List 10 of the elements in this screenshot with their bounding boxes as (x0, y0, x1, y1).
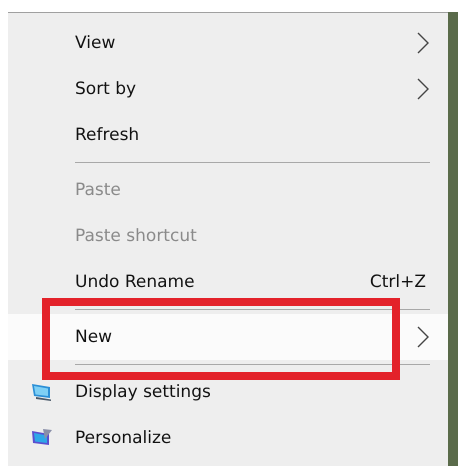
menu-item[interactable]: Display settings (8, 369, 448, 415)
personalize-icon (30, 428, 52, 448)
shortcut-text: Ctrl+Z (370, 272, 426, 292)
menu-item[interactable]: Personalize (8, 415, 448, 461)
menu-item[interactable]: Sort by (8, 66, 448, 112)
menu-item[interactable]: Refresh (8, 112, 448, 158)
menu-item[interactable]: New (8, 314, 448, 360)
menu-item[interactable]: View (8, 20, 448, 66)
monitor-icon (30, 382, 52, 402)
menu-item[interactable]: Undo Rename Ctrl+Z (8, 259, 448, 305)
